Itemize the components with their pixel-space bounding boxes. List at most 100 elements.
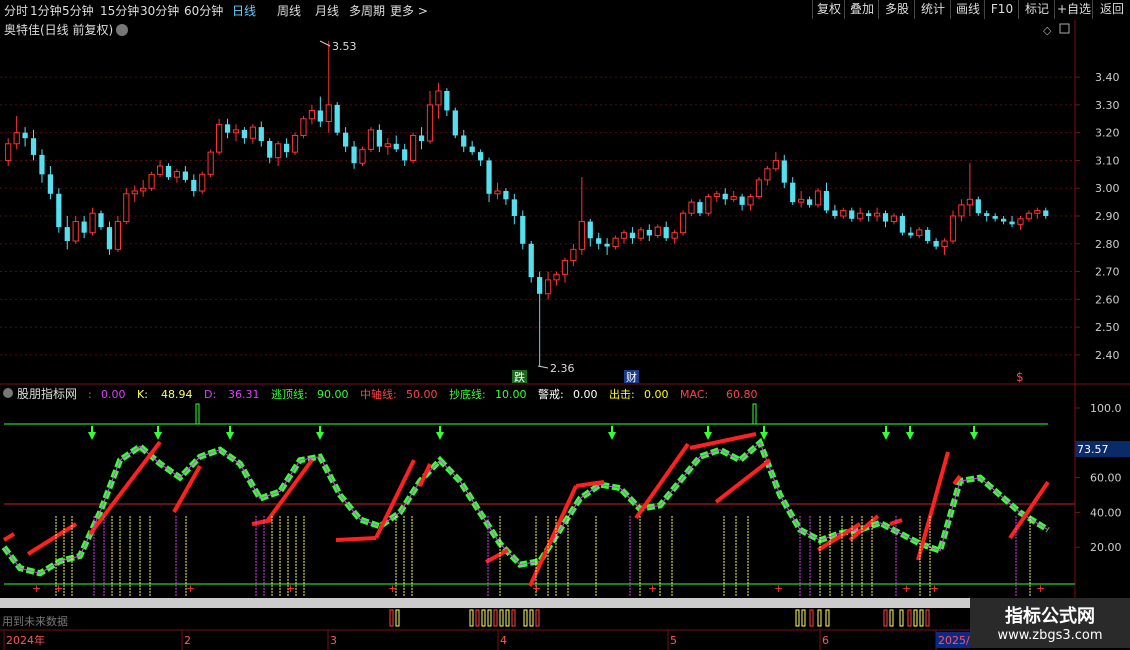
- candle-body: [249, 126, 256, 139]
- param-label: MAC:: [680, 388, 708, 401]
- candle-body: [755, 179, 763, 198]
- candle-body: [730, 196, 737, 200]
- candle-body: [384, 143, 391, 148]
- price-tick-label: 2.90: [1095, 210, 1120, 223]
- param-label: 逃顶线:: [271, 387, 308, 401]
- candle-body: [182, 171, 188, 180]
- param-value: 90.00: [317, 388, 349, 401]
- candle-body: [56, 193, 62, 228]
- toolbar-button[interactable]: 统计: [914, 0, 951, 19]
- chevron-down-icon[interactable]: [3, 388, 13, 398]
- indicator-tick-label: 60.00: [1090, 472, 1122, 485]
- diamond-icon[interactable]: ◇: [1043, 24, 1052, 37]
- timeline-label: 3: [330, 634, 337, 647]
- toolbar-button[interactable]: 叠加: [844, 0, 879, 19]
- period-tab[interactable]: 周线: [277, 2, 301, 19]
- price-tick-label: 3.30: [1095, 99, 1120, 112]
- candle-body: [317, 110, 323, 122]
- indicator-tick-label: 20.00: [1090, 541, 1122, 554]
- candle-body: [131, 190, 138, 195]
- toolbar-button[interactable]: 返回: [1092, 0, 1130, 19]
- candle-body: [359, 148, 366, 164]
- candle-body: [663, 227, 669, 239]
- candle-body: [840, 209, 847, 217]
- candle-body: [1000, 218, 1007, 222]
- period-tab[interactable]: 5分钟: [62, 2, 94, 19]
- chevron-down-icon[interactable]: [116, 24, 128, 36]
- period-tab[interactable]: 月线: [315, 2, 339, 19]
- candle-body: [561, 259, 569, 275]
- param-label: 警戒:: [538, 387, 564, 401]
- param-value: 60.80: [726, 388, 758, 401]
- candle-body: [376, 129, 382, 147]
- toolbar-button[interactable]: 标记: [1018, 0, 1055, 19]
- candle-body: [410, 134, 417, 161]
- candle-body: [106, 227, 113, 250]
- candle-body: [1025, 212, 1033, 220]
- marker-dollar[interactable]: $: [1016, 370, 1024, 384]
- svg-text:3.53: 3.53: [332, 40, 357, 53]
- candle-body: [291, 134, 299, 153]
- toolbar-button[interactable]: 复权: [812, 0, 845, 19]
- toolbar-button[interactable]: 画线: [950, 0, 985, 19]
- candle-body: [941, 240, 948, 248]
- period-tab[interactable]: 15分钟: [100, 2, 139, 19]
- candle-body: [426, 104, 434, 142]
- param-label: 抄底线:: [449, 387, 486, 401]
- stock-title: 奥特佳(日线 前复权): [4, 22, 113, 37]
- period-tab[interactable]: 60分钟: [184, 2, 223, 19]
- candle-body: [570, 248, 577, 261]
- buy-marker-icon: +: [186, 582, 195, 595]
- candle-body: [984, 213, 990, 216]
- candle-body: [241, 129, 248, 139]
- indicator-tick-label: 100.0: [1090, 402, 1122, 415]
- toolbar-button[interactable]: +自选: [1054, 0, 1093, 19]
- period-tab[interactable]: 日线: [232, 2, 256, 19]
- candle-body: [191, 179, 197, 191]
- candle-body: [781, 160, 787, 183]
- candle-body: [402, 149, 408, 161]
- timeline-label: 6: [822, 634, 829, 647]
- candle-body: [520, 216, 526, 244]
- candle-body: [688, 201, 695, 214]
- candle-body: [300, 118, 307, 136]
- current-value: 73.57: [1077, 443, 1109, 456]
- period-tab[interactable]: 多周期: [349, 2, 385, 19]
- period-toolbar: 分时 1分钟 5分钟 15分钟 30分钟 60分钟 日线 周线 月线 多周期 更多 > 复权 叠加 多股…: [0, 0, 1130, 21]
- candle-body: [798, 198, 805, 203]
- candle-body: [671, 232, 678, 239]
- period-tab[interactable]: 1分钟: [30, 2, 62, 19]
- toolbar-button[interactable]: F10: [984, 0, 1019, 19]
- candle-body: [156, 165, 164, 175]
- param-value: 0.00: [644, 388, 669, 401]
- candle-body: [89, 212, 96, 234]
- candle-body: [123, 193, 130, 223]
- candle-body: [275, 143, 282, 159]
- toolbar-button[interactable]: 多股: [878, 0, 915, 19]
- candle-body: [933, 241, 939, 247]
- timeline-label: 2024年: [6, 633, 45, 647]
- candle-body: [343, 132, 349, 147]
- candle-body: [215, 123, 223, 153]
- candle-body: [806, 199, 813, 205]
- indicator-baseline-bar: [0, 598, 1075, 608]
- period-tab[interactable]: 更多 >: [390, 2, 428, 19]
- candle-body: [114, 221, 121, 250]
- candle-body: [604, 243, 610, 247]
- price-tick-label: 3.00: [1095, 182, 1120, 195]
- candle-body: [47, 174, 54, 194]
- candle-body: [503, 191, 509, 200]
- price-tick-label: 3.40: [1095, 71, 1120, 84]
- chart-background: [0, 20, 1130, 650]
- candle-body: [866, 213, 872, 216]
- candle-body: [435, 90, 442, 106]
- period-tab[interactable]: 分时: [4, 2, 28, 19]
- period-tab[interactable]: 30分钟: [140, 2, 179, 19]
- future-data-note: 用到未来数据: [2, 614, 68, 628]
- candle-body: [173, 171, 181, 178]
- chart-area[interactable]: 奥特佳(日线 前复权) ◇ 3.40 3.30 3.20 3.10 3.00 2.90 2.…: [0, 20, 1130, 650]
- indicator-name: 股朋指标网: [17, 386, 77, 401]
- candle-body: [199, 173, 206, 192]
- price-tick-label: 2.50: [1095, 321, 1120, 334]
- candle-body: [39, 154, 45, 175]
